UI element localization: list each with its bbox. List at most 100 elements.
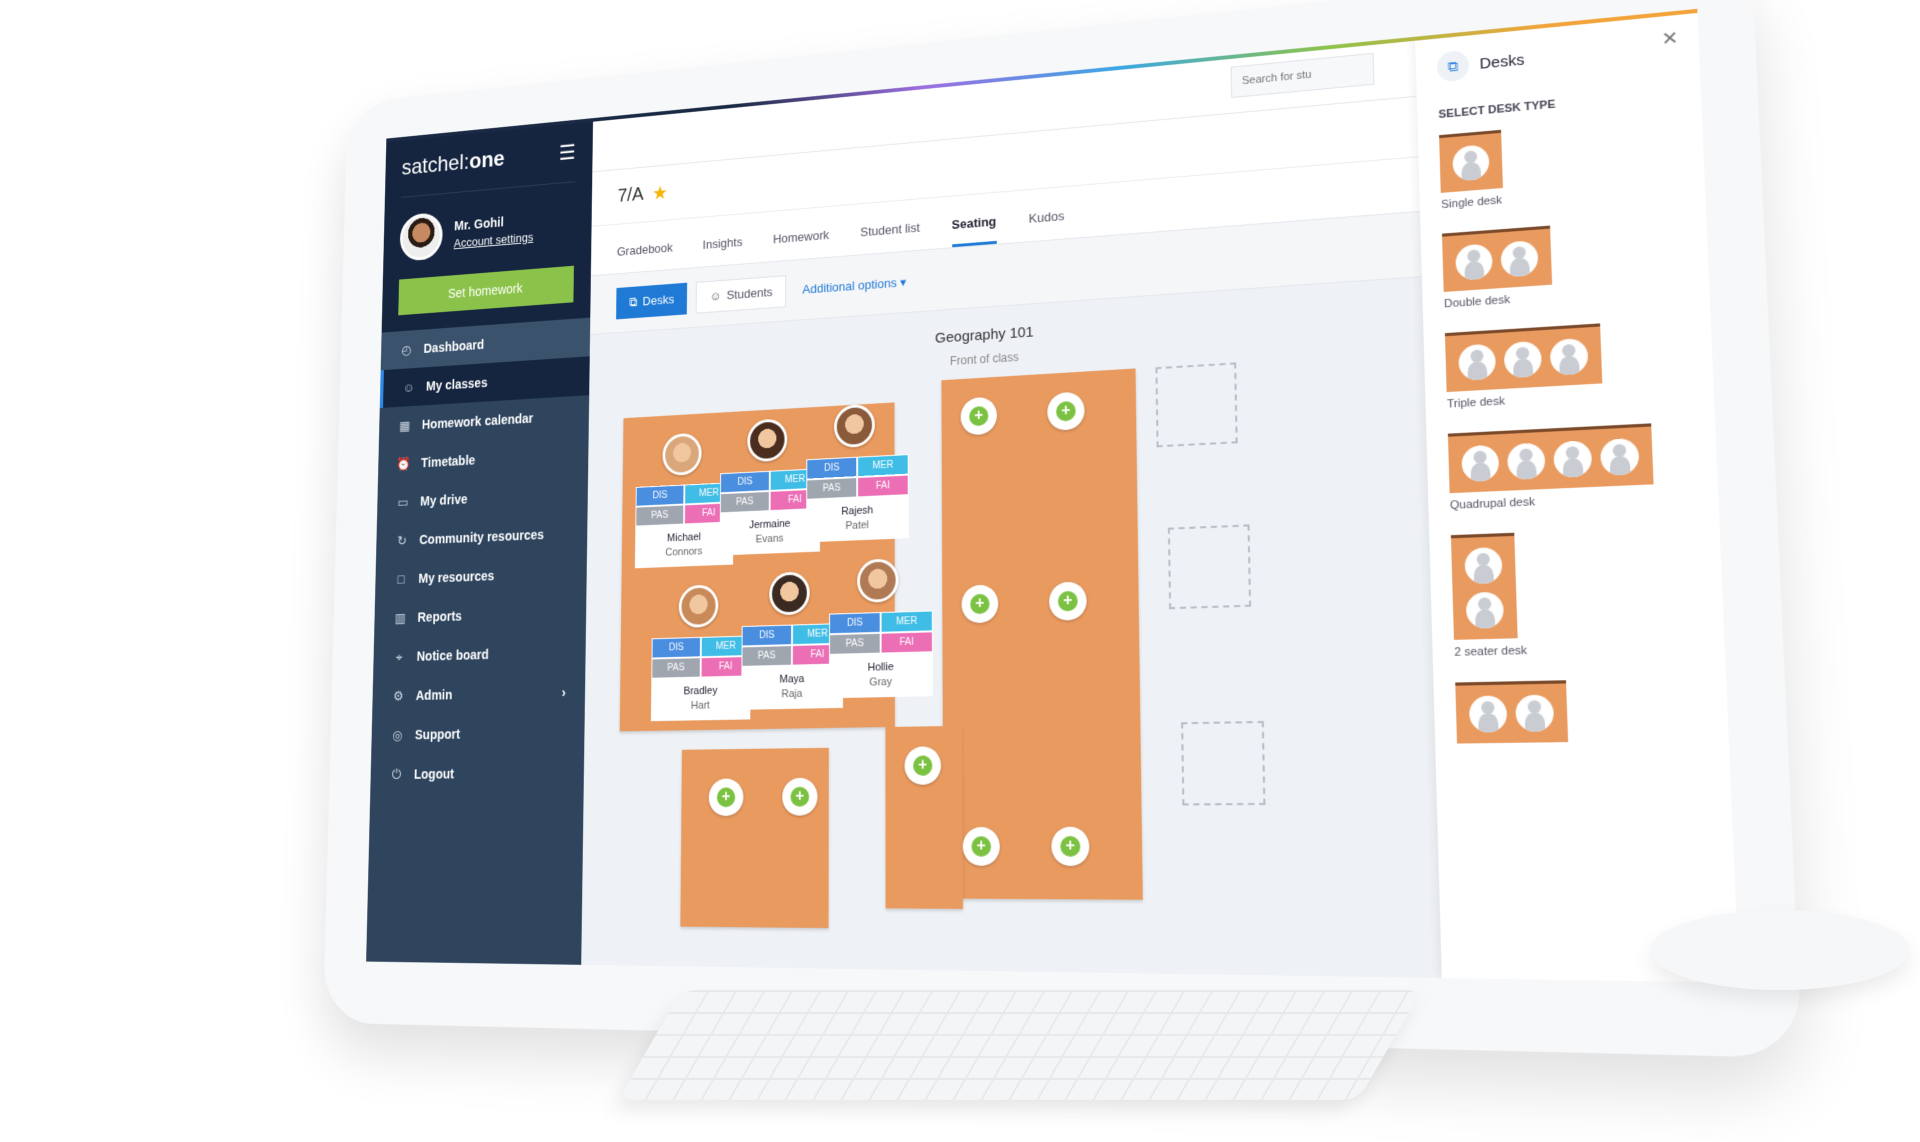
add-student-button[interactable]: +	[962, 826, 1001, 866]
sidebar-item-label: Support	[414, 726, 461, 743]
sidebar-item-label: Notice board	[416, 646, 489, 664]
student-name: Hollie Gray	[828, 652, 934, 699]
main-content: 7/A ★ Gradebook Insights Homework Student li…	[581, 8, 1740, 983]
student-card[interactable]: DIS MER PAS FAI Maya Raja	[741, 570, 844, 710]
gauge-icon: ◴	[401, 341, 412, 357]
behaviour-tags: DIS MER PAS FAI	[829, 610, 933, 655]
student-card[interactable]: DIS MER PAS FAI Jermaine Evans	[719, 416, 821, 556]
tag-dis[interactable]: DIS	[720, 470, 770, 494]
empty-desk-slot[interactable]	[1167, 524, 1252, 610]
tag-pas[interactable]: PAS	[829, 632, 881, 655]
double-desk[interactable]	[680, 747, 829, 929]
additional-options-dropdown[interactable]: Additional options ▾	[802, 274, 906, 297]
sidebar-item-notice-board[interactable]: ⌖ Notice board	[373, 632, 586, 677]
student-card[interactable]: DIS MER PAS FAI Bradley Hart	[650, 583, 751, 722]
seat-placeholder-icon	[1461, 444, 1500, 483]
student-card[interactable]: DIS MER PAS FAI Hollie Gray	[828, 557, 934, 699]
student-photo	[857, 558, 899, 603]
sidebar-nav: ◴ Dashboard ☺ My classes ▦ Homework calendar ⏰…	[370, 317, 591, 795]
add-student-button[interactable]: +	[782, 777, 818, 816]
desk-type-label: 2 seater desk	[1454, 644, 1528, 660]
tab-homework[interactable]: Homework	[773, 228, 829, 262]
calendar-icon: ▦	[399, 417, 411, 433]
tag-dis[interactable]: DIS	[651, 636, 701, 659]
sidebar-item-label: Reports	[417, 608, 463, 625]
sidebar-item-reports[interactable]: ▥ Reports	[374, 592, 586, 638]
tab-insights[interactable]: Insights	[703, 235, 743, 267]
tag-pas[interactable]: PAS	[651, 657, 701, 679]
seat-placeholder-icon	[1553, 440, 1593, 479]
star-icon[interactable]: ★	[652, 181, 668, 205]
sidebar-item-label: My resources	[418, 568, 495, 586]
desk-type-option[interactable]: Quadrupal desk	[1447, 421, 1696, 513]
tag-fai[interactable]: FAI	[857, 474, 909, 498]
desk-type-option[interactable]: Double desk	[1441, 216, 1687, 310]
sidebar-item-support[interactable]: ◎ Support	[371, 712, 585, 755]
logo-text-bold: one	[469, 146, 505, 174]
tag-fai[interactable]: FAI	[880, 631, 933, 654]
set-homework-button[interactable]: Set homework	[398, 265, 574, 316]
long-desk[interactable]	[941, 368, 1143, 900]
student-last-name: Patel	[845, 519, 869, 533]
users-icon: ☺	[402, 379, 415, 395]
behaviour-tags: DIS MER PAS FAI	[741, 623, 844, 667]
seat-placeholder-icon	[1515, 694, 1555, 732]
seat-placeholder-icon	[1500, 239, 1539, 278]
tag-mer[interactable]: MER	[857, 454, 909, 478]
desk-type-option[interactable]: Triple desk	[1444, 318, 1691, 411]
tab-kudos[interactable]: Kudos	[1029, 208, 1065, 241]
student-name: Michael Connors	[634, 522, 734, 569]
logo-text: satchel:	[401, 149, 470, 181]
tag-dis[interactable]: DIS	[635, 484, 685, 507]
desk-type-option[interactable]	[1455, 677, 1705, 744]
page-title: 7/A	[617, 184, 644, 207]
tag-dis[interactable]: DIS	[806, 456, 858, 480]
seat-placeholder-icon	[1458, 343, 1497, 381]
desk-type-option[interactable]: Single desk	[1439, 114, 1682, 211]
tag-dis[interactable]: DIS	[741, 624, 793, 647]
close-icon[interactable]: ✕	[1661, 27, 1679, 50]
empty-desk-slot[interactable]	[1181, 720, 1266, 806]
screen: satchel:one ☰ Mr. Gohil Account settings S…	[366, 8, 1740, 983]
tag-pas[interactable]: PAS	[806, 477, 858, 500]
tab-seating[interactable]: Seating	[951, 213, 997, 248]
empty-desk-slot[interactable]	[1155, 362, 1238, 448]
plus-icon: +	[971, 836, 992, 857]
tab-gradebook[interactable]: Gradebook	[617, 240, 673, 273]
desk-type-label: Quadrupal desk	[1449, 495, 1536, 513]
chevron-right-icon[interactable]: ›	[562, 684, 566, 699]
desks-button[interactable]: ⧉ Desks	[616, 282, 688, 319]
sidebar-item-label: Community resources	[419, 526, 545, 548]
student-photo	[662, 432, 702, 477]
student-last-name: Hart	[690, 699, 710, 712]
search-input[interactable]	[1230, 52, 1375, 99]
monitor-frame: satchel:one ☰ Mr. Gohil Account settings S…	[322, 0, 1803, 1059]
tag-mer[interactable]: MER	[880, 610, 933, 633]
tab-student-list[interactable]: Student list	[860, 220, 920, 254]
sidebar-item-admin[interactable]: ⚙ Admin ›	[372, 672, 585, 716]
student-photo	[747, 418, 788, 463]
student-name: Jermaine Evans	[719, 508, 821, 556]
account-settings-link[interactable]: Account settings	[454, 230, 534, 250]
add-student-button[interactable]: +	[904, 746, 942, 785]
desk-type-image	[1444, 323, 1603, 393]
seating-canvas: Geography 101 Front of class DIS MER PAS FA…	[581, 279, 1442, 978]
lifebuoy-icon: ◎	[392, 726, 403, 743]
tag-pas[interactable]: PAS	[719, 490, 770, 514]
tag-pas[interactable]: PAS	[635, 504, 685, 527]
student-last-name: Gray	[869, 676, 892, 689]
seat-placeholder-icon	[1455, 243, 1493, 281]
sidebar-item-logout[interactable]: ⏻ Logout	[370, 752, 584, 794]
seat-placeholder-icon	[1549, 337, 1589, 376]
plus-icon: +	[1056, 400, 1076, 422]
desk-type-option[interactable]: 2 seater desk	[1450, 526, 1702, 660]
add-student-button[interactable]: +	[1051, 826, 1090, 867]
student-card[interactable]: DIS MER PAS FAI Rajesh Patel	[806, 402, 909, 543]
tag-dis[interactable]: DIS	[829, 612, 881, 635]
power-icon: ⏻	[391, 766, 402, 782]
seat-placeholder-icon	[1599, 437, 1640, 476]
tag-pas[interactable]: PAS	[741, 645, 792, 667]
sidebar-item-label: My classes	[425, 374, 488, 394]
menu-icon[interactable]: ☰	[559, 141, 576, 166]
students-button[interactable]: ☺ Students	[696, 274, 787, 314]
